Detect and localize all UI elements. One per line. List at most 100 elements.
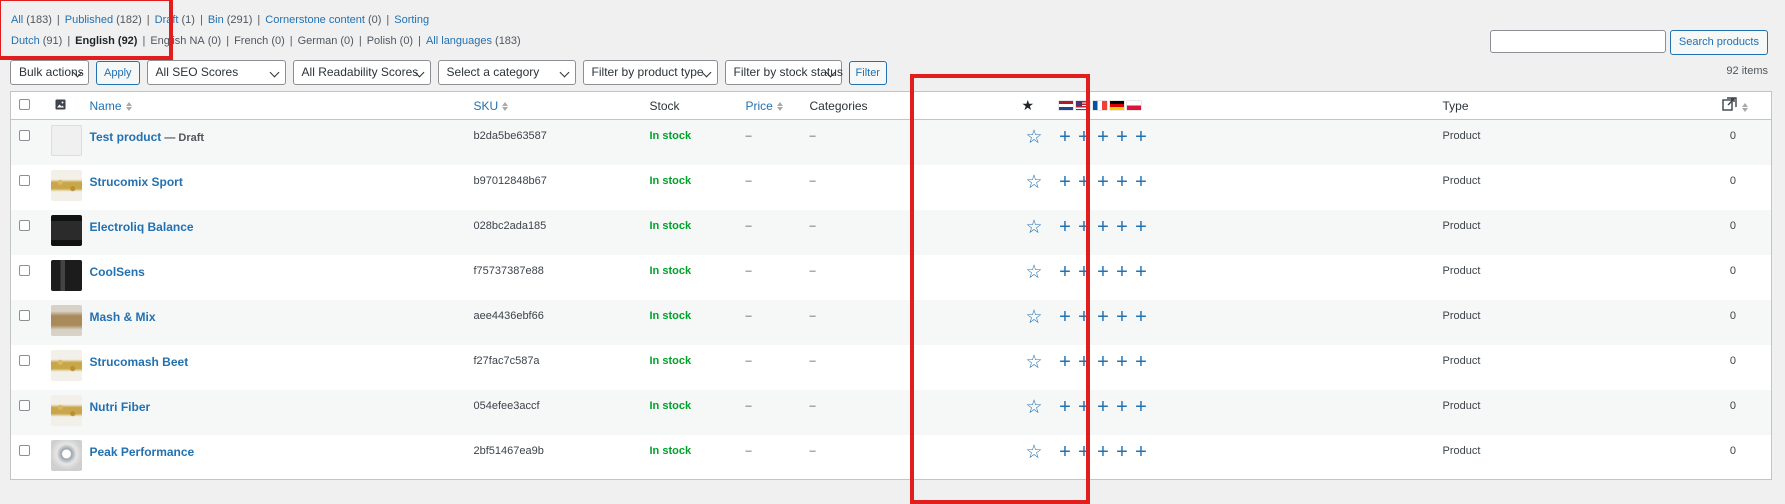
add-translation-icon[interactable]: + [1059,307,1072,327]
row-checkbox[interactable] [19,219,30,231]
product-type-select[interactable]: Filter by product type [582,60,718,85]
product-thumbnail[interactable] [50,439,82,471]
add-translation-icon[interactable]: + [1097,397,1110,417]
add-translation-icon[interactable]: + [1059,442,1072,462]
row-checkbox[interactable] [19,444,30,456]
add-translation-icon[interactable]: + [1059,262,1072,282]
price-sort-link[interactable]: Price [746,99,773,113]
product-name-link[interactable]: Mash & Mix [90,310,156,324]
status-link-sorting[interactable]: Sorting [394,14,429,26]
add-translation-icon[interactable]: + [1097,307,1110,327]
add-translation-icon[interactable]: + [1059,172,1072,192]
count-column-header[interactable] [1619,91,1772,120]
product-thumbnail[interactable] [50,304,82,336]
add-translation-icon[interactable]: + [1097,352,1110,372]
product-name-link[interactable]: Nutri Fiber [90,400,151,414]
add-translation-icon[interactable]: + [1097,262,1110,282]
add-translation-icon[interactable]: + [1097,442,1110,462]
apply-button[interactable]: Apply [96,60,140,85]
add-translation-icon[interactable]: + [1078,172,1091,192]
star-outline-icon[interactable]: ☆ [1026,308,1043,327]
add-translation-icon[interactable]: + [1059,397,1072,417]
add-translation-icon[interactable]: + [1135,217,1148,237]
product-name-link[interactable]: CoolSens [90,265,145,279]
stock-status-select[interactable]: Filter by stock status [724,60,843,85]
product-thumbnail[interactable] [50,169,82,201]
product-name-link[interactable]: Peak Performance [90,445,195,459]
add-translation-icon[interactable]: + [1059,217,1072,237]
add-translation-icon[interactable]: + [1116,127,1129,147]
bulk-actions-select[interactable]: Bulk actions [10,60,89,85]
search-products-button[interactable]: Search products [1669,30,1768,55]
readability-score-select[interactable]: All Readability Scores [292,60,431,85]
star-outline-icon[interactable]: ☆ [1026,353,1043,372]
add-translation-icon[interactable]: + [1078,127,1091,147]
add-translation-icon[interactable]: + [1135,127,1148,147]
add-translation-icon[interactable]: + [1078,217,1091,237]
status-link-cornerstone-content[interactable]: Cornerstone content [265,14,365,26]
add-translation-icon[interactable]: + [1078,262,1091,282]
row-checkbox[interactable] [19,399,30,411]
name-sort-link[interactable]: Name [90,99,122,113]
status-link-all[interactable]: All [11,14,23,26]
product-thumbnail[interactable] [50,214,82,246]
row-checkbox[interactable] [19,354,30,366]
star-outline-icon[interactable]: ☆ [1026,443,1043,462]
language-link-english-na[interactable]: English NA [150,35,204,47]
add-translation-icon[interactable]: + [1116,397,1129,417]
star-outline-icon[interactable]: ☆ [1026,263,1043,282]
add-translation-icon[interactable]: + [1097,127,1110,147]
status-link-published[interactable]: Published [65,14,113,26]
product-name-link[interactable]: Strucomash Beet [90,355,189,369]
name-column-header[interactable]: Name [81,91,466,120]
add-translation-icon[interactable]: + [1135,442,1148,462]
select-all-checkbox[interactable] [19,98,30,110]
product-thumbnail[interactable] [50,349,82,381]
language-link-french[interactable]: French [234,35,268,47]
language-link-all-languages[interactable]: All languages [426,35,492,47]
language-link-polish[interactable]: Polish [367,35,397,47]
status-link-draft[interactable]: Draft [155,14,179,26]
add-translation-icon[interactable]: + [1135,352,1148,372]
add-translation-icon[interactable]: + [1078,397,1091,417]
star-outline-icon[interactable]: ☆ [1026,218,1043,237]
add-translation-icon[interactable]: + [1078,442,1091,462]
product-name-link[interactable]: Electroliq Balance [90,220,194,234]
add-translation-icon[interactable]: + [1116,217,1129,237]
add-translation-icon[interactable]: + [1078,307,1091,327]
add-translation-icon[interactable]: + [1135,307,1148,327]
product-name-link[interactable]: Strucomix Sport [90,175,183,189]
add-translation-icon[interactable]: + [1097,172,1110,192]
product-name-link[interactable]: Test product [90,130,162,144]
sku-column-header[interactable]: SKU [465,91,642,120]
add-translation-icon[interactable]: + [1097,217,1110,237]
add-translation-icon[interactable]: + [1135,397,1148,417]
add-translation-icon[interactable]: + [1116,307,1129,327]
add-translation-icon[interactable]: + [1135,262,1148,282]
add-translation-icon[interactable]: + [1116,262,1129,282]
add-translation-icon[interactable]: + [1116,352,1129,372]
star-outline-icon[interactable]: ☆ [1026,128,1043,147]
star-outline-icon[interactable]: ☆ [1026,398,1043,417]
category-select[interactable]: Select a category [437,60,576,85]
product-thumbnail[interactable] [50,259,82,291]
add-translation-icon[interactable]: + [1059,352,1072,372]
row-checkbox[interactable] [19,174,30,186]
row-checkbox[interactable] [19,309,30,321]
star-outline-icon[interactable]: ☆ [1026,173,1043,192]
row-checkbox[interactable] [19,264,30,276]
search-input[interactable] [1489,30,1666,53]
price-column-header[interactable]: Price [737,91,802,120]
add-translation-icon[interactable]: + [1059,127,1072,147]
filter-button[interactable]: Filter [848,60,887,85]
row-checkbox[interactable] [19,130,30,141]
sku-sort-link[interactable]: SKU [474,99,499,113]
add-translation-icon[interactable]: + [1135,172,1148,192]
add-translation-icon[interactable]: + [1116,442,1129,462]
product-thumbnail[interactable] [50,394,82,426]
language-link-dutch[interactable]: Dutch [11,35,40,47]
add-translation-icon[interactable]: + [1116,172,1129,192]
seo-score-select[interactable]: All SEO Scores [146,60,286,85]
product-thumbnail[interactable] [50,125,82,156]
language-link-german[interactable]: German [298,35,338,47]
